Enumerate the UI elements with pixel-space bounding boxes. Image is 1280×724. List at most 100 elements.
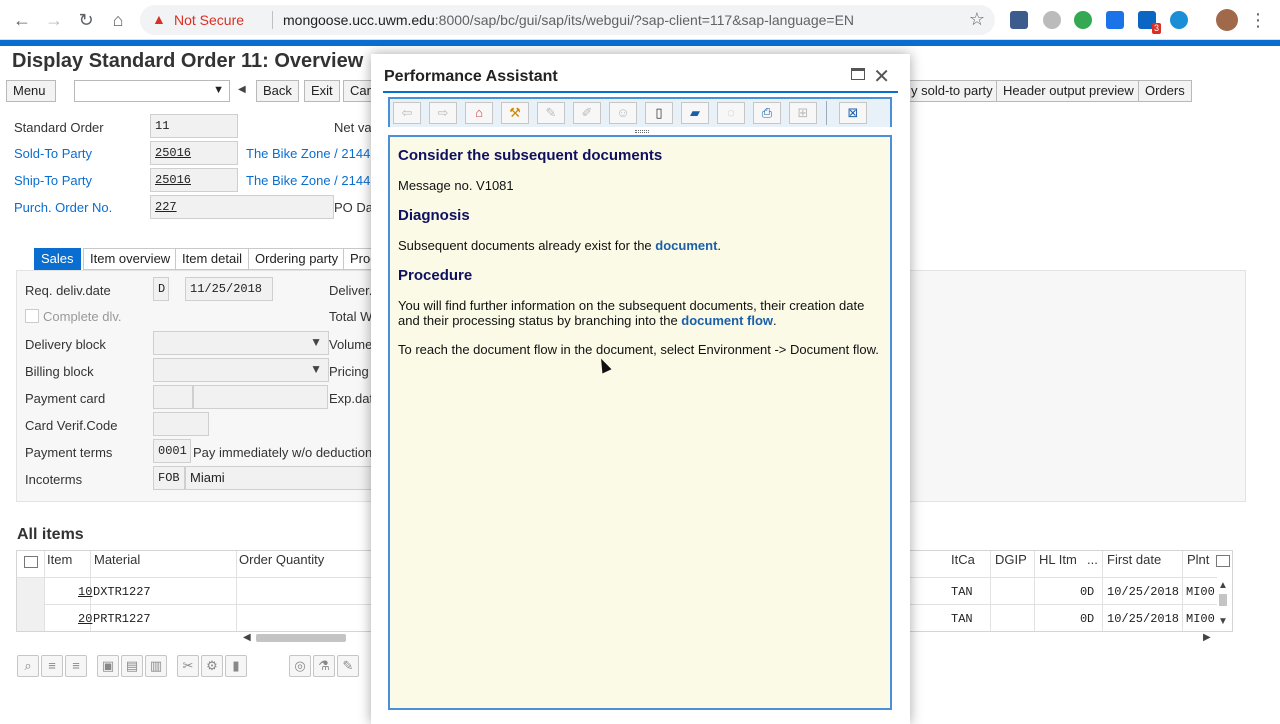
sold-to-party-label[interactable]: Sold-To Party — [14, 146, 92, 161]
book-icon[interactable]: ▯ — [645, 102, 673, 124]
address-bar[interactable]: ▲ Not Secure mongoose.ucc.uwm.edu:8000/s… — [140, 5, 995, 35]
column-header-more[interactable]: ... — [1087, 552, 1098, 567]
chart-icon[interactable]: ▮ — [225, 655, 247, 677]
table-settings-icon[interactable] — [1216, 555, 1230, 567]
resize-grip-icon[interactable] — [635, 130, 649, 133]
kebab-menu-icon[interactable]: ⋮ — [1246, 8, 1270, 32]
configure-icon[interactable]: ⚙ — [201, 655, 223, 677]
tab-sales[interactable]: Sales — [34, 248, 81, 270]
column-header-plnt[interactable]: Plnt — [1187, 552, 1209, 567]
reload-icon[interactable]: ↻ — [74, 8, 98, 32]
column-header-first-date[interactable]: First date — [1107, 552, 1161, 567]
deselect-rows-icon[interactable]: ▤ — [121, 655, 143, 677]
menu-button[interactable]: Menu — [6, 80, 56, 102]
column-header-hl-itm[interactable]: HL Itm — [1039, 552, 1077, 567]
tab-item-overview[interactable]: Item overview — [83, 248, 178, 270]
extension-o-icon[interactable] — [1170, 11, 1188, 29]
ship-to-party-field[interactable]: 25016 — [150, 168, 238, 192]
technical-info-icon[interactable]: ⚒ — [501, 102, 529, 124]
row-item[interactable]: 10 — [78, 585, 92, 599]
req-deliv-type-field[interactable]: D — [153, 277, 169, 301]
back-icon[interactable]: ⇦ — [393, 102, 421, 124]
bookmark-star-icon[interactable]: ☆ — [969, 9, 985, 30]
column-header-itca[interactable]: ItCa — [951, 552, 975, 567]
select-all-icon[interactable] — [24, 556, 38, 568]
forward-icon[interactable]: ⇨ — [429, 102, 457, 124]
exit-button[interactable]: Exit — [304, 80, 340, 102]
extension-circle-icon[interactable] — [1043, 11, 1061, 29]
payment-card-type-field[interactable] — [153, 385, 193, 409]
home-icon[interactable]: ⌂ — [465, 102, 493, 124]
close-icon[interactable]: ✕ — [873, 64, 890, 89]
back-button[interactable]: Back — [256, 80, 299, 102]
scroll-up-icon[interactable]: ▲ — [1218, 580, 1228, 591]
caret-left-icon[interactable]: ◀ — [238, 84, 246, 95]
incoterms-code-field[interactable]: FOB — [153, 466, 185, 490]
home-icon[interactable]: ⌂ — [106, 8, 130, 32]
column-header-dgip[interactable]: DGIP — [995, 552, 1027, 567]
req-deliv-date-field[interactable]: 11/25/2018 — [185, 277, 273, 301]
complete-dlv-checkbox[interactable] — [25, 309, 39, 323]
split-icon[interactable]: ✂ — [177, 655, 199, 677]
command-field[interactable]: ▼ — [74, 80, 230, 102]
orders-button[interactable]: Orders — [1138, 80, 1192, 102]
header-output-preview-button[interactable]: Header output preview — [996, 80, 1141, 102]
comment-icon[interactable]: ◌ — [717, 102, 745, 124]
ship-to-party-label[interactable]: Ship-To Party — [14, 173, 92, 188]
scroll-right-icon[interactable]: ▶ — [1203, 632, 1211, 643]
delivery-block-label: Delivery block — [25, 337, 106, 352]
highlight-icon[interactable]: ✐ — [573, 102, 601, 124]
back-arrow-icon[interactable]: ← — [10, 8, 34, 32]
column-header-material[interactable]: Material — [94, 552, 140, 567]
tools-icon[interactable]: ⚗ — [313, 655, 335, 677]
document-flow-link[interactable]: document flow — [681, 313, 773, 328]
delivery-block-select[interactable]: ▼ — [153, 331, 329, 355]
extension-bookmark-icon[interactable] — [1010, 11, 1028, 29]
edit-note-icon[interactable]: ✎ — [537, 102, 565, 124]
tab-item-detail[interactable]: Item detail — [175, 248, 249, 270]
scroll-down-icon[interactable]: ▼ — [1218, 616, 1228, 627]
sold-to-party-field[interactable]: 25016 — [150, 141, 238, 165]
insert-row-icon[interactable]: ≡ — [41, 655, 63, 677]
horizontal-scrollbar-thumb[interactable] — [256, 634, 346, 642]
payment-terms-label: Payment terms — [25, 445, 113, 460]
profile-avatar[interactable] — [1216, 9, 1238, 31]
extension-s-icon[interactable] — [1106, 11, 1124, 29]
close-window-icon[interactable]: ⊠ — [839, 102, 867, 124]
column-header-item[interactable]: Item — [47, 552, 72, 567]
row-selector-column[interactable] — [17, 578, 44, 631]
print-icon[interactable]: ⎙ — [753, 102, 781, 124]
purch-order-field[interactable]: 227 — [150, 195, 334, 219]
zoom-icon[interactable]: ⌕ — [17, 655, 39, 677]
maximize-icon[interactable] — [851, 68, 865, 80]
payment-card-number-field[interactable] — [193, 385, 328, 409]
window-icon[interactable]: ▰ — [681, 102, 709, 124]
document-link[interactable]: document — [655, 238, 717, 253]
purch-order-label[interactable]: Purch. Order No. — [14, 200, 112, 215]
column-header-order-quantity[interactable]: Order Quantity — [239, 552, 324, 567]
select-all-rows-icon[interactable]: ▣ — [97, 655, 119, 677]
sold-to-party-button[interactable]: y sold-to party — [905, 80, 1000, 102]
grid-divider — [236, 551, 237, 631]
extension-check-icon[interactable] — [1074, 11, 1092, 29]
standard-order-field[interactable]: 11 — [150, 114, 238, 138]
vertical-scrollbar-thumb[interactable] — [1219, 594, 1227, 606]
delete-row-icon[interactable]: ≡ — [65, 655, 87, 677]
row-itca: TAN — [951, 612, 973, 626]
person-icon[interactable]: ☺ — [609, 102, 637, 124]
payment-terms-field[interactable]: 0001 — [153, 439, 191, 463]
billing-block-select[interactable]: ▼ — [153, 358, 329, 382]
sync-icon[interactable]: ◎ — [289, 655, 311, 677]
incoterms-place-field[interactable]: Miami — [185, 466, 373, 490]
linkedin-icon[interactable]: 3 — [1138, 11, 1161, 34]
scroll-left-icon[interactable]: ◀ — [243, 632, 251, 643]
tab-ordering-party[interactable]: Ordering party — [248, 248, 346, 270]
tab-procurement[interactable]: Proc — [343, 248, 373, 270]
select-block-icon[interactable]: ▥ — [145, 655, 167, 677]
card-verif-code-field[interactable] — [153, 412, 209, 436]
attach-icon[interactable]: ⊞ — [789, 102, 817, 124]
cancel-button[interactable]: Can — [343, 80, 373, 102]
forward-arrow-icon[interactable]: → — [42, 8, 66, 32]
edit-icon[interactable]: ✎ — [337, 655, 359, 677]
row-item[interactable]: 20 — [78, 612, 92, 626]
